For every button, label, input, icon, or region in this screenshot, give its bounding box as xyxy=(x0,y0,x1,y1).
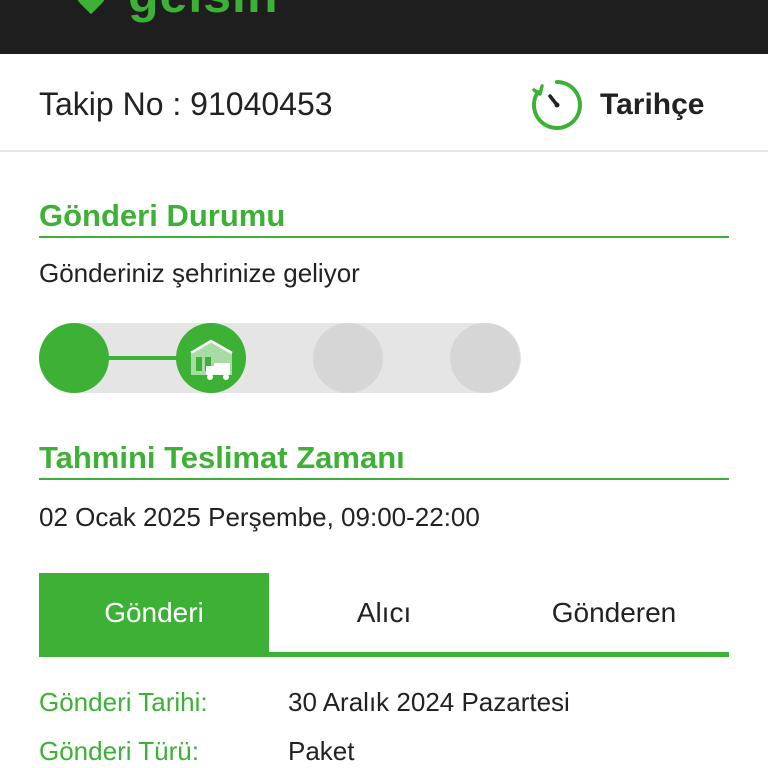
detail-row-type: Gönderi Türü: Paket xyxy=(39,736,729,767)
tracking-number: Takip No : 91040453 xyxy=(39,86,333,122)
detail-tabs: Gönderi Alıcı Gönderen xyxy=(39,573,729,657)
logo-text: gelsin xyxy=(128,0,278,20)
tab-gonderen[interactable]: Gönderen xyxy=(499,573,729,652)
detail-key: Gönderi Tarihi: xyxy=(39,687,208,717)
tracking-row: Takip No : 91040453 Tarihçe xyxy=(0,54,768,152)
app-logo: gelsin xyxy=(69,0,278,20)
app-header: gelsin xyxy=(0,0,768,54)
detail-value: Paket xyxy=(288,736,355,766)
status-text: Gönderiniz şehrinize geliyor xyxy=(39,258,360,288)
clock-history-icon xyxy=(532,80,582,130)
progress-step-4 xyxy=(450,323,520,393)
location-pin-icon xyxy=(69,0,113,15)
detail-key: Gönderi Türü: xyxy=(39,736,199,766)
progress-step-2 xyxy=(176,323,246,393)
status-title: Gönderi Durumu xyxy=(39,196,729,238)
status-progress xyxy=(39,323,521,393)
progress-step-3 xyxy=(313,323,383,393)
warehouse-truck-icon xyxy=(190,339,233,380)
tab-gonderi[interactable]: Gönderi xyxy=(39,573,269,652)
detail-value: 30 Aralık 2024 Pazartesi xyxy=(288,687,570,717)
delivery-text: 02 Ocak 2025 Perşembe, 09:00-22:00 xyxy=(39,502,480,532)
progress-step-1 xyxy=(39,323,109,393)
history-label: Tarihçe xyxy=(600,88,705,121)
tab-alici[interactable]: Alıcı xyxy=(269,573,499,652)
detail-row-date: Gönderi Tarihi: 30 Aralık 2024 Pazartesi xyxy=(39,687,729,718)
delivery-title: Tahmini Teslimat Zamanı xyxy=(39,438,729,480)
history-button[interactable]: Tarihçe xyxy=(530,78,705,132)
